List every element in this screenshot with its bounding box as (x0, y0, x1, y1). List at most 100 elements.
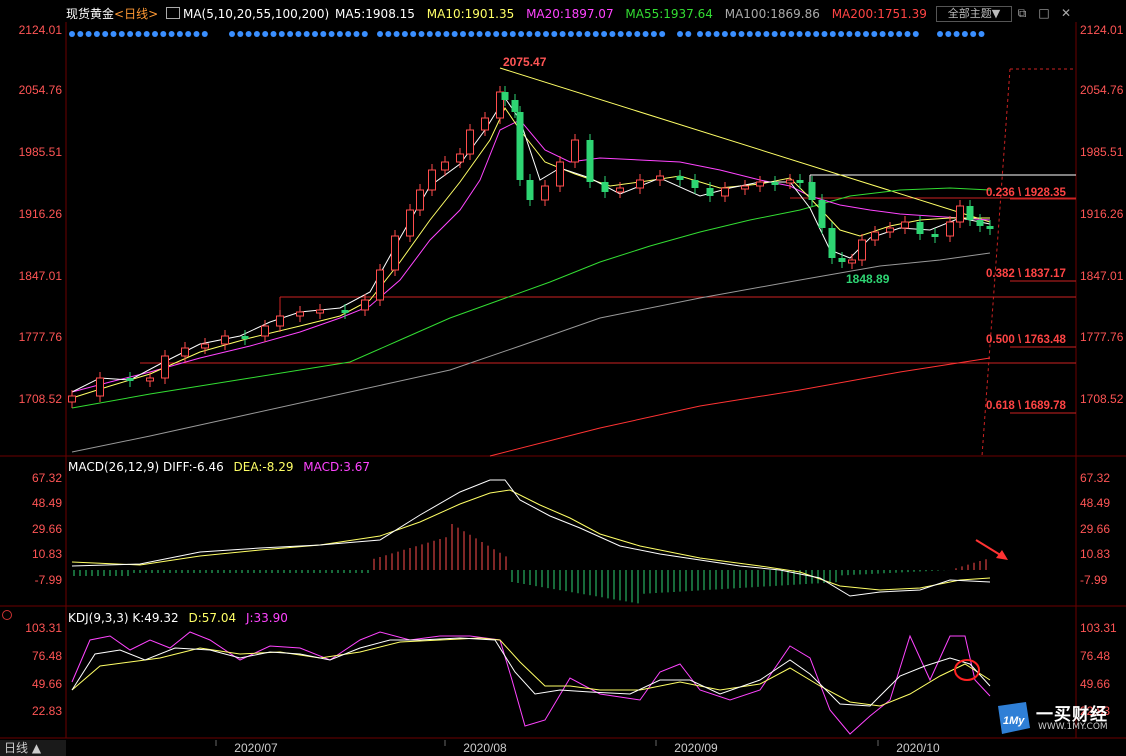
candle-body-down (796, 180, 804, 183)
fib-dashed-diagonal (981, 68, 1011, 457)
candle-body-up (871, 231, 879, 241)
candle-body-up (541, 185, 549, 201)
macd-title[interactable]: MACD(26,12,9) (68, 460, 159, 474)
signal-dot (493, 31, 500, 37)
signal-dot (526, 31, 533, 37)
signal-dot (788, 31, 795, 37)
candle-body-down (916, 222, 924, 234)
candle-body-down (986, 226, 994, 229)
signal-dot (829, 31, 836, 37)
candle-body-down (838, 258, 846, 262)
ma-toggle-icon[interactable] (165, 7, 180, 19)
candle-body-down (601, 182, 609, 192)
candle-body-up (556, 161, 564, 187)
macd-tick-left: 48.49 (32, 496, 62, 510)
window-maximize-icon[interactable]: □ (1036, 5, 1052, 21)
signal-dot (509, 31, 516, 37)
candle-body-down (828, 228, 836, 258)
signal-dot (110, 31, 117, 37)
signal-dot (796, 31, 803, 37)
signal-dot (77, 31, 84, 37)
signal-dot (320, 31, 327, 37)
signal-dot (846, 31, 853, 37)
signal-dot (863, 31, 869, 37)
price-tick-left: 2124.01 (19, 23, 63, 37)
candle-body-up (946, 221, 954, 237)
signal-dot (353, 31, 360, 37)
candle-body-down (511, 100, 519, 112)
window-close-icon[interactable]: ✕ (1058, 5, 1074, 21)
signal-dot (345, 31, 352, 37)
window-restore-icon[interactable]: ⧉ (1014, 5, 1030, 21)
chart-canvas[interactable]: 2124.01 2054.76 1985.51 1916.26 1847.01 1777.… (0, 0, 1126, 756)
time-tick: 2020/09 (674, 741, 718, 755)
signal-dot (871, 31, 878, 37)
kdj-header: KDJ(9,3,3) K:49.32 D:57.04 J:33.90 (68, 611, 288, 625)
signal-dot (821, 31, 828, 37)
price-tick-left: 1916.26 (19, 207, 63, 221)
candle-body-up (481, 117, 489, 131)
signal-dot (576, 31, 583, 37)
brand-logo-icon: 1My (998, 702, 1030, 734)
signal-dot (278, 31, 285, 37)
macd-arrow-head (996, 550, 1008, 560)
signal-dot (253, 31, 260, 37)
signal-dot (592, 31, 599, 37)
macd-tick-right: 67.32 (1080, 471, 1110, 485)
macd-axis-right: 67.32 48.49 29.66 10.83 -7.99 (1080, 471, 1110, 587)
macd-dea-line (71, 489, 991, 591)
signal-dot (451, 31, 458, 37)
macd-diff-line (71, 479, 991, 597)
signal-dot (887, 31, 894, 37)
price-tick-left: 1777.76 (19, 330, 63, 344)
signal-dot (401, 31, 408, 37)
signal-dot (435, 31, 442, 37)
signal-dot (501, 31, 508, 37)
kdj-j-line (71, 631, 991, 735)
period-switch-button[interactable]: 日线 ▲ (0, 740, 66, 756)
candle-body-up (636, 179, 644, 189)
candle-body-up (956, 205, 964, 223)
macd-tick-right: -7.99 (1080, 573, 1108, 587)
candle-body-up (571, 139, 579, 163)
kdj-settings-icon[interactable] (2, 610, 12, 620)
signal-dot (937, 31, 943, 37)
signal-dot (393, 31, 400, 37)
macd-histogram (73, 524, 987, 604)
candle-body-up (406, 209, 414, 237)
candle-body-up (68, 395, 76, 403)
macd-macd-value: MACD:3.67 (303, 460, 371, 474)
signal-dot (896, 31, 903, 37)
kdj-tick-left: 49.66 (32, 677, 62, 691)
candle-body-up (391, 235, 399, 271)
kdj-axis-left: 103.31 76.48 49.66 22.83 (25, 621, 62, 718)
candle-body-down (706, 188, 714, 196)
signal-dot (912, 31, 919, 37)
kdj-tick-left: 76.48 (32, 649, 62, 663)
candle-body-down (526, 180, 534, 200)
price-tick-right: 2054.76 (1080, 83, 1124, 97)
signal-dot (854, 31, 861, 37)
signal-dot (746, 31, 753, 37)
theme-select-button[interactable]: 全部主题▼ (936, 6, 1012, 22)
signal-dot (755, 31, 762, 37)
period-label[interactable]: <日线> (114, 7, 158, 21)
signal-dot (476, 31, 483, 37)
kdj-k-value: K:49.32 (132, 611, 179, 625)
signal-dot (135, 31, 142, 37)
ma200-value: MA200:1751.39 (831, 7, 927, 21)
symbol-name[interactable]: 现货黄金 (66, 7, 114, 21)
candle-body-down (818, 200, 826, 228)
candle-body-up (848, 259, 856, 264)
candle-body-up (181, 347, 189, 357)
candle-body-up (456, 153, 464, 163)
signal-dot (143, 31, 150, 37)
signal-dot (945, 31, 952, 37)
kdj-title[interactable]: KDJ(9,3,3) (68, 611, 129, 625)
candle-body-down (691, 180, 699, 188)
time-tick: 2020/08 (463, 741, 507, 755)
signal-dot (127, 31, 134, 37)
candle-body-up (146, 377, 154, 382)
signal-dot (229, 31, 235, 37)
signal-dot (69, 31, 75, 37)
